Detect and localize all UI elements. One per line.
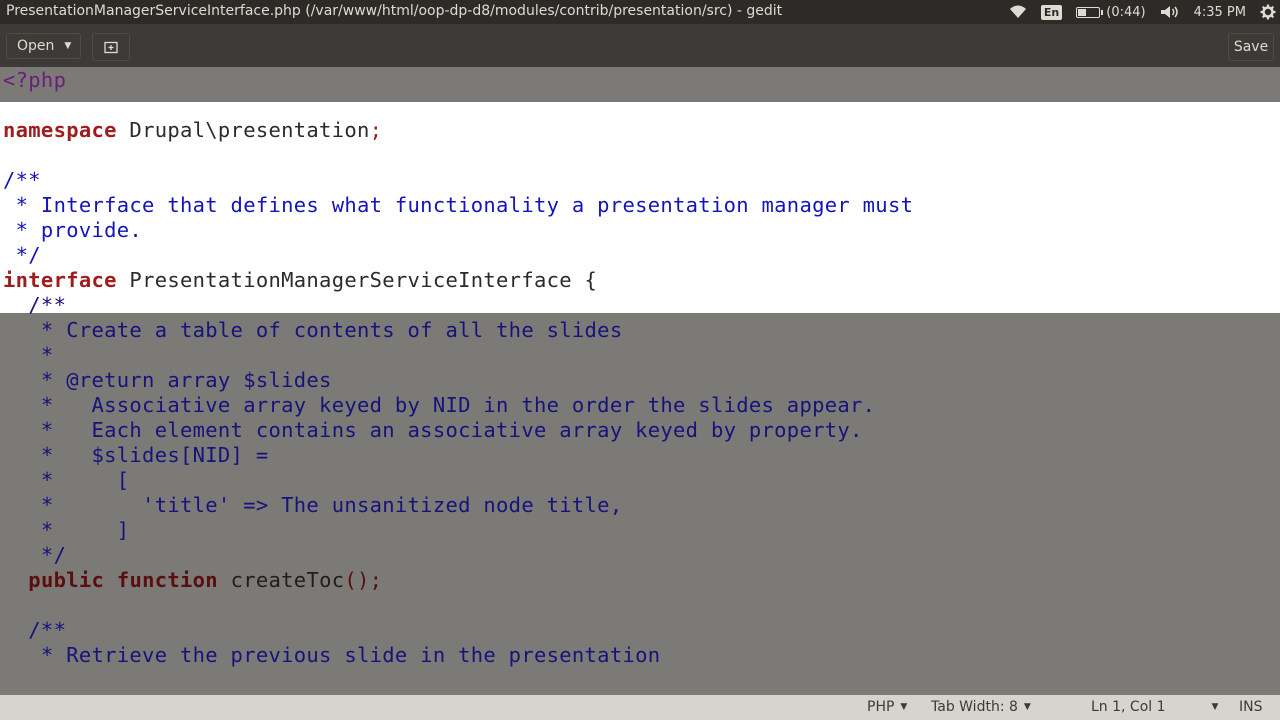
code-token: Drupal\presentation [116,118,370,142]
code-line[interactable]: interface PresentationManagerServiceInte… [3,268,597,293]
code-line[interactable]: public function createToc(); [3,568,382,593]
language-selector[interactable]: PHP ▼ [867,699,907,715]
code-token: * [ [3,468,130,492]
code-line[interactable]: * [ [3,468,129,493]
code-token: PresentationManagerServiceInterface { [116,268,598,292]
clock[interactable]: 4:35 PM [1194,5,1246,20]
code-line[interactable]: * provide. [3,218,142,243]
code-line[interactable]: * Retrieve the previous slide in the pre… [3,643,660,668]
code-token: * ] [3,518,130,542]
code-line[interactable]: /** [3,618,66,643]
code-token: interface [3,268,117,292]
tab-width-label: Tab Width: 8 [931,699,1018,715]
code-token: public [28,568,105,592]
code-line[interactable]: * Associative array keyed by NID in the … [3,393,875,418]
code-line[interactable]: * 'title' => The unsanitized node title, [3,493,622,518]
battery-icon [1076,6,1104,18]
code-line[interactable]: /** [3,168,41,193]
open-button[interactable]: Open ▼ [6,33,81,59]
code-line[interactable]: * Each element contains an associative a… [3,418,863,443]
code-token: * Each element contains an associative a… [3,418,863,442]
code-token: function [116,568,218,592]
code-token: * Associative array keyed by NID in the … [3,393,876,417]
keyboard-layout-label: En [1040,4,1063,20]
new-tab-button[interactable] [92,33,130,61]
code-token: (); [344,568,383,592]
code-token: namespace [3,118,117,142]
tab-width-selector[interactable]: Tab Width: 8 ▼ [931,699,1031,715]
gear-icon[interactable] [1260,4,1276,20]
code-token: * 'title' => The unsanitized node title, [3,493,623,517]
status-bar: PHP ▼ Tab Width: 8 ▼ Ln 1, Col 1 ▼ INS [0,695,1280,720]
cursor-position[interactable]: Ln 1, Col 1 ▼ [1091,699,1218,715]
save-button[interactable]: Save [1228,33,1274,61]
window-title: PresentationManagerServiceInterface.php … [6,3,783,19]
code-line[interactable]: */ [3,543,66,568]
code-editor[interactable]: <?php namespace Drupal\presentation; /** *… [0,67,1280,695]
chevron-down-icon: ▼ [900,702,908,712]
code-token: /** [3,618,67,642]
insert-mode: INS [1239,699,1263,715]
code-line[interactable]: * $slides[NID] = [3,443,268,468]
code-token: * Interface that defines what functional… [3,193,914,217]
code-token: /** [3,168,41,192]
chevron-down-icon: ▼ [1023,702,1031,712]
code-token: */ [3,543,67,567]
code-token: /** [3,293,67,317]
wifi-icon[interactable] [1009,5,1027,19]
keyboard-layout-icon[interactable]: En [1040,4,1063,20]
code-line[interactable]: * Interface that defines what functional… [3,193,913,218]
new-tab-icon [104,41,118,53]
code-line[interactable]: /** [3,293,66,318]
code-token: * @return array $slides [3,368,332,392]
code-token: * [3,343,54,367]
code-token: */ [3,243,41,267]
battery-indicator[interactable]: (0:44) [1076,4,1146,20]
battery-time: (0:44) [1106,4,1146,20]
volume-icon[interactable] [1160,5,1180,19]
code-token: createToc [217,568,345,592]
code-line[interactable]: * [3,343,54,368]
chevron-down-icon: ▼ [64,41,72,51]
code-token: * Create a table of contents of all the … [3,318,623,342]
system-tray: En (0:44) 4:35 PM [1009,0,1280,24]
code-token: * Retrieve the previous slide in the pre… [3,643,661,667]
language-label: PHP [867,699,895,715]
code-token: * $slides[NID] = [3,443,269,467]
code-line[interactable]: <?php [3,68,66,93]
code-line[interactable]: namespace Drupal\presentation; [3,118,382,143]
cursor-position-label: Ln 1, Col 1 [1091,699,1166,715]
code-line[interactable]: * ] [3,518,129,543]
code-token: ; [369,118,383,142]
code-line[interactable]: * @return array $slides [3,368,332,393]
chevron-down-icon: ▼ [1211,702,1219,712]
code-token: * provide. [3,218,143,242]
code-line[interactable]: */ [3,243,41,268]
code-line[interactable]: * Create a table of contents of all the … [3,318,622,343]
toolbar: Open ▼ Save [0,24,1280,68]
title-bar: PresentationManagerServiceInterface.php … [0,0,1280,24]
open-button-label: Open [17,38,55,54]
code-token: <?php [3,68,67,92]
